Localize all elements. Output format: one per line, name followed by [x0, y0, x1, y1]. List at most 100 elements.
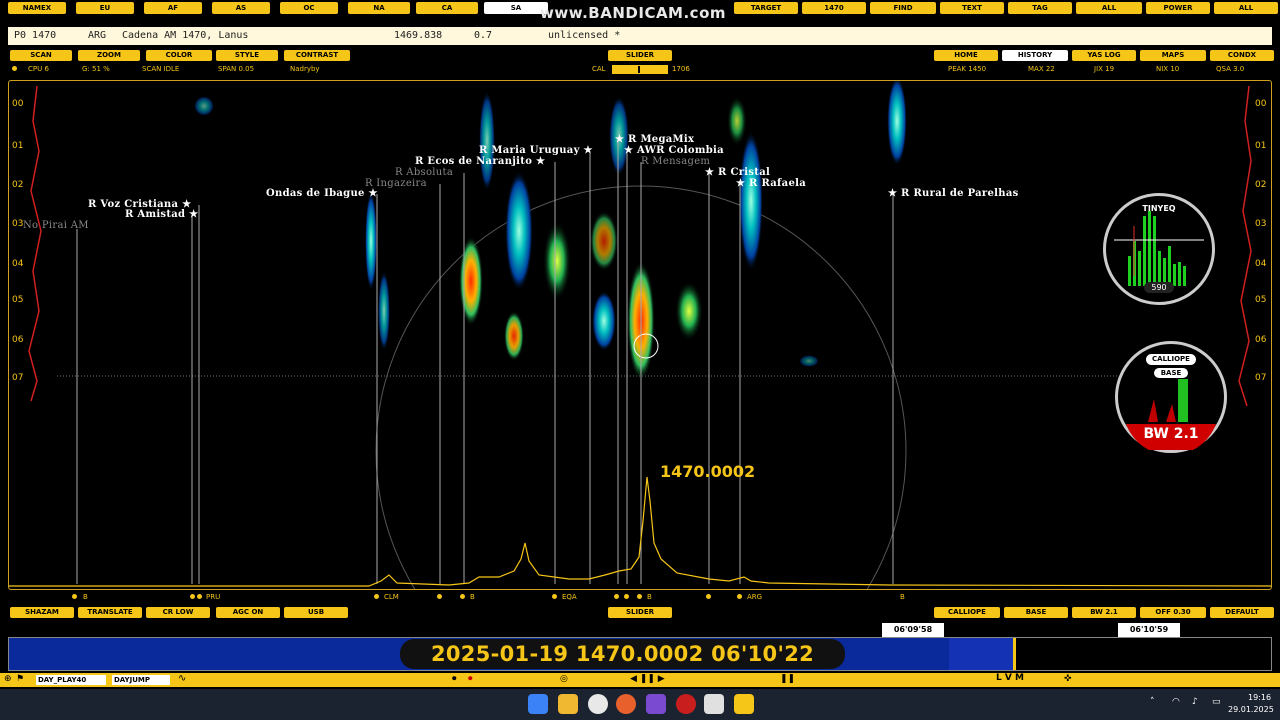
marker-dot[interactable] [614, 594, 619, 599]
off-button[interactable]: OFF 0.30 [1140, 607, 1206, 618]
base-button[interactable]: BASE [1004, 607, 1068, 618]
agc-on-button[interactable]: AGC ON [216, 607, 280, 618]
cr-low-button[interactable]: CR LOW [146, 607, 210, 618]
station-name: Ondas de Ibague [266, 188, 365, 199]
yas-log-button[interactable]: YAS LOG [1072, 50, 1136, 61]
station-label[interactable]: R Ecos de Naranjito ★ [415, 156, 545, 167]
history-button[interactable]: HISTORY [1002, 50, 1068, 61]
clock-date[interactable]: 29.01.2025 [1228, 705, 1274, 714]
day-play-field[interactable]: DAY_PLAY40 [36, 675, 106, 685]
window-app-icon[interactable] [704, 694, 724, 714]
shazam-button[interactable]: SHAZAM [10, 607, 74, 618]
marker-dot[interactable] [190, 594, 195, 599]
style-button[interactable]: STYLE [216, 50, 278, 61]
text-button[interactable]: TEXT [940, 2, 1004, 14]
folder-icon[interactable] [558, 694, 578, 714]
station-label[interactable]: ★ R Cristal [705, 167, 770, 178]
marker-dot[interactable] [437, 594, 442, 599]
region-button-ca[interactable]: CA [416, 2, 478, 14]
region-button-namex[interactable]: NAMEX [8, 2, 66, 14]
clock-time[interactable]: 19:16 [1248, 693, 1271, 702]
all-button[interactable]: ALL [1076, 2, 1142, 14]
cal-slider[interactable] [612, 65, 668, 74]
region-button-eu[interactable]: EU [76, 2, 134, 14]
target-button[interactable]: TARGET [734, 2, 798, 14]
battery-icon[interactable]: ▭ [1212, 697, 1221, 707]
day-jump-field[interactable]: DAYJUMP [112, 675, 170, 685]
usb-button[interactable]: USB [284, 607, 348, 618]
record-app-icon[interactable] [676, 694, 696, 714]
home-button[interactable]: HOME [934, 50, 998, 61]
spectrum-panel[interactable]: 00 01 02 03 04 05 06 07 00 01 02 03 04 0… [8, 80, 1272, 590]
target-icon[interactable]: ◎ [560, 674, 568, 684]
marker-dot[interactable] [737, 594, 742, 599]
info-country: ARG [88, 30, 107, 41]
station-label[interactable]: R Absoluta [395, 167, 453, 178]
record-icon[interactable]: ⏺ [452, 674, 457, 684]
timeline-window[interactable] [949, 638, 1013, 670]
marker-dot[interactable] [637, 594, 642, 599]
station-label[interactable]: ★ R MegaMix [615, 134, 694, 145]
region-button-sa[interactable]: SA [484, 2, 548, 14]
watermark: www.BANDICAM.com [540, 4, 727, 22]
station-label[interactable]: R Maria Uruguay ★ [479, 145, 593, 156]
station-label[interactable]: Ondas de Ibague ★ [266, 188, 378, 199]
start-icon[interactable] [528, 694, 548, 714]
marker-dot[interactable] [552, 594, 557, 599]
marker-dot[interactable] [197, 594, 202, 599]
maps-button[interactable]: MAPS [1140, 50, 1206, 61]
play-pause-icon[interactable]: ◀ ❚❚ ▶ [630, 674, 665, 684]
station-label[interactable]: No Pirai AM [23, 220, 89, 231]
freq-button[interactable]: 1470 [802, 2, 866, 14]
crosshair-icon[interactable]: ✜ [1064, 674, 1072, 684]
station-label[interactable]: ★ R Rural de Parelhas [888, 188, 1019, 199]
find-button[interactable]: FIND [870, 2, 936, 14]
wifi-icon[interactable]: ◠ [1172, 697, 1180, 707]
spectrum-graphic [9, 81, 1271, 589]
marker-dot[interactable] [374, 594, 379, 599]
lvm-controls[interactable]: L V M [996, 673, 1024, 683]
globe-icon[interactable]: ⊕ [4, 674, 12, 684]
firefox-icon[interactable] [616, 694, 636, 714]
power-button[interactable]: POWER [1146, 2, 1210, 14]
bw-button[interactable]: BW 2.1 [1072, 607, 1136, 618]
station-label[interactable]: R Amistad ★ [125, 209, 198, 220]
chrome-icon[interactable] [588, 694, 608, 714]
marker-dot[interactable] [624, 594, 629, 599]
region-button-as[interactable]: AS [212, 2, 270, 14]
sound-icon[interactable]: ♪ [1192, 697, 1198, 707]
marker-dot[interactable] [460, 594, 465, 599]
station-label[interactable]: R Mensagem [641, 156, 710, 167]
tag-button[interactable]: TAG [1008, 2, 1072, 14]
station-label[interactable]: ★ AWR Colombia [624, 145, 724, 156]
stop-icon[interactable]: ⏺ [468, 674, 473, 684]
condx-button[interactable]: CONDX [1210, 50, 1274, 61]
app-icon[interactable] [646, 694, 666, 714]
station-label[interactable]: ★ R Rafaela [736, 178, 806, 189]
contrast-button[interactable]: CONTRAST [284, 50, 350, 61]
region-button-af[interactable]: AF [144, 2, 202, 14]
marker-dot[interactable] [706, 594, 711, 599]
region-button-na[interactable]: NA [348, 2, 410, 14]
tray-arrow-icon[interactable]: ˄ [1150, 697, 1155, 707]
zoom-button[interactable]: ZOOM [78, 50, 140, 61]
x-label-b4: B [900, 593, 905, 601]
region-button-oc[interactable]: OC [280, 2, 338, 14]
default-button[interactable]: DEFAULT [1210, 607, 1274, 618]
scan-button[interactable]: SCAN [10, 50, 72, 61]
marker-dot[interactable] [72, 594, 77, 599]
calliope-gauge[interactable]: CALLIOPE BASE BW 2.1 [1115, 341, 1227, 453]
calliope-button[interactable]: CALLIOPE [934, 607, 1000, 618]
pause-icon[interactable]: ❚❚ [780, 674, 795, 684]
color-button[interactable]: COLOR [146, 50, 212, 61]
notes-icon[interactable] [734, 694, 754, 714]
y-label-right-00: 00 [1255, 99, 1267, 109]
tinyeq-gauge[interactable]: TINYEQ 590 [1103, 193, 1215, 305]
jix-status: JIX 19 [1094, 65, 1115, 73]
flag-icon[interactable]: ⚑ [16, 674, 24, 684]
translate-button[interactable]: TRANSLATE [78, 607, 142, 618]
slider-button[interactable]: SLIDER [608, 50, 672, 61]
info-freq: 1469.838 [394, 30, 443, 41]
slider-button-bottom[interactable]: SLIDER [608, 607, 672, 618]
all-button-2[interactable]: ALL [1214, 2, 1278, 14]
